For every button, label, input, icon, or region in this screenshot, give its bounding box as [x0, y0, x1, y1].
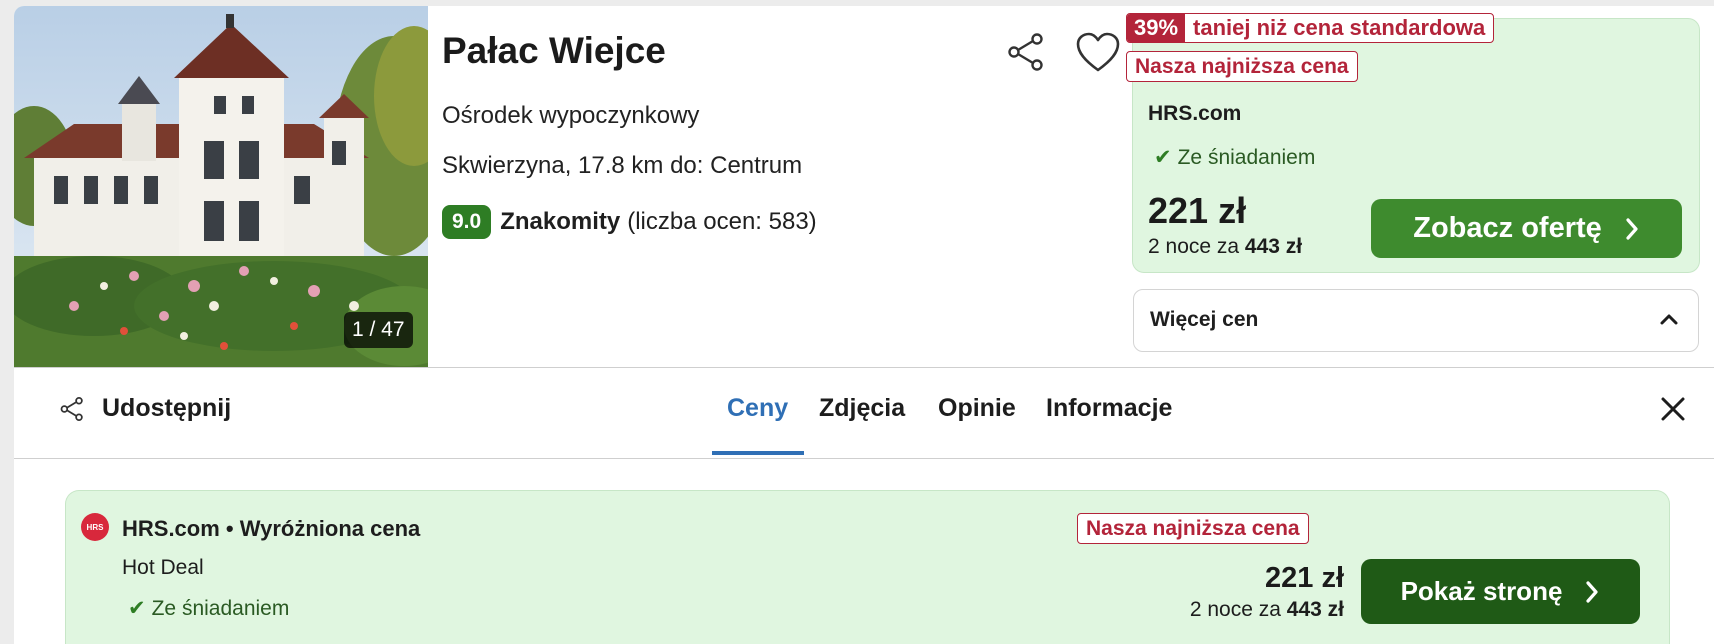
close-button[interactable]: [1658, 394, 1688, 424]
deal-total-prefix: 2 noce za: [1148, 235, 1240, 258]
offer-total: 2 noce za 443 zł: [1190, 598, 1344, 622]
offer-total-amount: 443 zł: [1286, 598, 1344, 621]
chevron-right-icon: [1626, 217, 1638, 240]
share-link-label: Udostępnij: [102, 394, 232, 422]
discount-percent: 39%: [1127, 14, 1186, 42]
checkmark-icon: ✔: [128, 597, 146, 620]
tab-reviews[interactable]: Opinie: [938, 394, 1016, 423]
tab-photos[interactable]: Zdjęcia: [819, 394, 905, 423]
tab-prices[interactable]: Ceny: [727, 394, 788, 423]
photo-counter: 1 / 47: [344, 312, 413, 348]
share-icon: [60, 396, 83, 421]
view-offer-label: Zobacz ofertę: [1413, 212, 1602, 244]
share-icon: [1008, 33, 1043, 71]
lowest-price-badge: Nasza najniższa cena: [1126, 51, 1358, 82]
hotel-type: Ośrodek wypoczynkowy: [442, 102, 700, 129]
checkmark-icon: ✔: [1154, 146, 1172, 169]
active-tab-indicator: [712, 451, 804, 455]
deal-breakfast: ✔ Ze śniadaniem: [1154, 145, 1315, 170]
heart-icon: [1076, 32, 1120, 72]
discount-text: taniej niż cena standardowa: [1193, 15, 1486, 40]
deal-provider: HRS.com: [1148, 102, 1242, 125]
offer-total-prefix: 2 noce za: [1189, 598, 1281, 621]
offer-breakfast: ✔ Ze śniadaniem: [128, 596, 289, 621]
rating-count: (liczba ocen: 583): [627, 208, 817, 235]
rating-score-badge: 9.0: [442, 205, 492, 239]
tab-bar: Udostępnij Ceny Zdjęcia Opinie Informacj…: [14, 368, 1714, 459]
offer-title: HRS.com • Wyróżniona cena: [122, 516, 421, 541]
share-link[interactable]: Udostępnij: [58, 394, 231, 423]
tab-info[interactable]: Informacje: [1046, 394, 1172, 423]
show-site-button[interactable]: Pokaż stronę: [1361, 559, 1640, 624]
chevron-up-icon: [1660, 314, 1678, 325]
provider-logo: HRS: [81, 513, 109, 541]
share-button[interactable]: [1004, 30, 1048, 74]
hotel-card: 1 / 47 Pałac Wiejce Ośrodek wypoczynkowy…: [14, 6, 1714, 644]
discount-badge: 39% taniej niż cena standardowa: [1126, 13, 1495, 43]
show-site-label: Pokaż stronę: [1400, 576, 1563, 606]
offer-lowest-price-badge: Nasza najniższa cena: [1077, 513, 1309, 544]
view-offer-button[interactable]: Zobacz ofertę: [1371, 199, 1682, 258]
more-prices-toggle[interactable]: Więcej cen: [1133, 289, 1699, 352]
rating-word: Znakomity: [500, 208, 621, 235]
hotel-location[interactable]: Skwierzyna, 17.8 km do: Centrum: [442, 152, 802, 180]
more-prices-label: Więcej cen: [1150, 308, 1259, 331]
hotel-photo[interactable]: 1 / 47: [14, 6, 428, 367]
deal-total-amount: 443 zł: [1244, 235, 1303, 258]
favorite-button[interactable]: [1074, 30, 1122, 74]
close-icon: [1661, 397, 1685, 421]
hotel-name[interactable]: Pałac Wiejce: [442, 30, 666, 72]
deal-total: 2 noce za 443 zł: [1148, 235, 1302, 259]
offer-deal-name: Hot Deal: [122, 556, 204, 579]
hotel-summary: 1 / 47 Pałac Wiejce Ośrodek wypoczynkowy…: [14, 6, 1714, 368]
chevron-right-icon: [1586, 580, 1599, 603]
deal-price: 221 zł: [1148, 190, 1247, 231]
offer-price: 221 zł: [1265, 562, 1344, 594]
deal-breakfast-label: Ze śniadaniem: [1177, 145, 1316, 169]
offer-breakfast-label: Ze śniadaniem: [151, 596, 290, 620]
hotel-rating[interactable]: 9.0 Znakomity (liczba ocen: 583): [442, 205, 817, 239]
